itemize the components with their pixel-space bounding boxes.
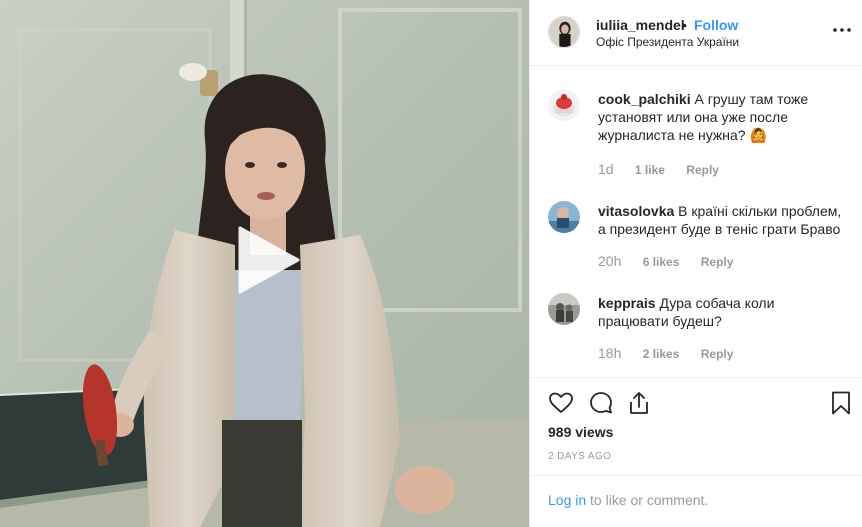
author-avatar[interactable] <box>548 16 580 48</box>
view-count[interactable]: 989 views <box>548 424 613 440</box>
share-icon[interactable] <box>626 390 652 416</box>
comment-likes[interactable]: 6 likes <box>643 255 680 269</box>
login-link[interactable]: Log in <box>548 492 586 508</box>
commenter-username[interactable]: kepprais <box>598 295 656 311</box>
divider <box>530 475 862 476</box>
commenter-avatar[interactable] <box>548 293 580 325</box>
follow-button[interactable]: Follow <box>694 17 738 33</box>
comment-meta: 20h 6 likes Reply <box>598 253 751 269</box>
more-options-icon[interactable] <box>832 20 852 40</box>
author-username[interactable]: iuliia_mendel <box>596 17 685 33</box>
comment-time[interactable]: 20h <box>598 253 621 269</box>
divider <box>530 377 862 378</box>
comment-time[interactable]: 1d <box>598 161 614 177</box>
reply-button[interactable]: Reply <box>686 163 719 177</box>
comment-time[interactable]: 18h <box>598 345 621 361</box>
play-icon <box>238 226 300 294</box>
post-header: iuliia_mendel • Follow Офіс Президента У… <box>530 0 862 66</box>
commenter-avatar[interactable] <box>548 89 580 121</box>
post-date[interactable]: 2 DAYS AGO <box>548 451 611 462</box>
commenter-username[interactable]: cook_palchiki <box>598 91 691 107</box>
comments-list: cook_palchiki А грушу там тоже установят… <box>530 67 862 377</box>
commenter-avatar[interactable] <box>548 201 580 233</box>
separator-dot: • <box>682 17 687 33</box>
play-button[interactable] <box>236 226 300 294</box>
post-location[interactable]: Офіс Президента України <box>596 35 739 49</box>
commenter-username[interactable]: vitasolovka <box>598 203 674 219</box>
comment-icon[interactable] <box>588 390 614 416</box>
post-details-panel: iuliia_mendel • Follow Офіс Президента У… <box>529 0 862 527</box>
login-prompt: Log in to like or comment. <box>548 492 708 508</box>
reply-button[interactable]: Reply <box>701 255 734 269</box>
comment-meta: 1d 1 like Reply <box>598 161 737 177</box>
action-bar <box>530 388 862 420</box>
heart-icon[interactable] <box>548 390 574 416</box>
post-video[interactable] <box>0 0 529 527</box>
comment-likes[interactable]: 2 likes <box>643 347 680 361</box>
comment-likes[interactable]: 1 like <box>635 163 665 177</box>
reply-button[interactable]: Reply <box>701 347 734 361</box>
bookmark-icon[interactable] <box>828 390 854 416</box>
comment-meta: 18h 2 likes Reply <box>598 345 751 361</box>
login-prompt-text: to like or comment. <box>590 492 709 508</box>
